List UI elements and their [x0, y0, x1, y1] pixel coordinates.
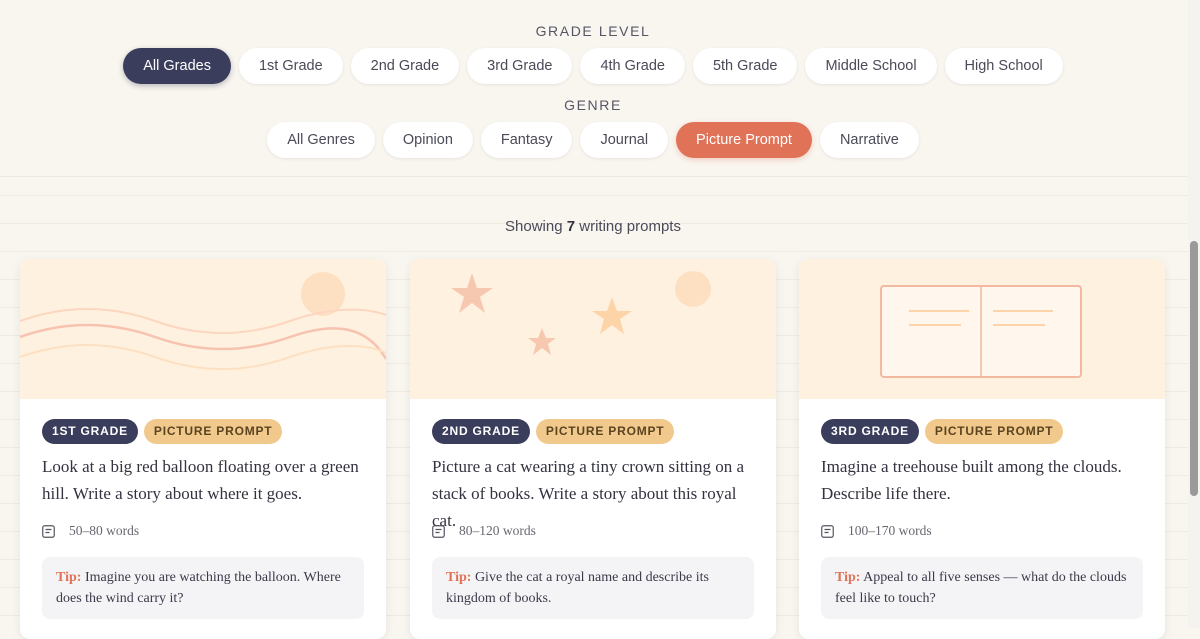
tip-text: Appeal to all five senses — what do the …	[835, 570, 1127, 606]
prompt-text: Look at a big red balloon floating over …	[42, 457, 359, 503]
scrollbar-thumb[interactable]	[1190, 241, 1198, 496]
tip-box: Tip: Appeal to all five senses — what do…	[821, 557, 1143, 619]
grade-chip-row: All Grades 1st Grade 2nd Grade 3rd Grade…	[0, 48, 1186, 84]
card-illustration	[410, 259, 776, 399]
tip-box: Tip: Imagine you are watching the balloo…	[42, 557, 364, 619]
word-count-label: 80–120 words	[459, 523, 536, 538]
grade-badge: 2ND GRADE	[432, 419, 530, 444]
result-count-prefix: Showing	[505, 218, 563, 235]
document-icon	[432, 524, 445, 538]
result-count-number: 7	[566, 218, 576, 235]
grade-chip-4th[interactable]: 4th Grade	[580, 48, 685, 84]
tip-text: Imagine you are watching the balloon. Wh…	[56, 570, 341, 606]
tip-box: Tip: Give the cat a royal name and descr…	[432, 557, 754, 619]
grade-chip-high-school[interactable]: High School	[944, 48, 1063, 84]
waves-sun-icon	[20, 272, 386, 370]
filter-panel: GRADE LEVEL All Grades 1st Grade 2nd Gra…	[0, 0, 1188, 177]
card-illustration	[799, 259, 1165, 399]
genre-chip-journal[interactable]: Journal	[580, 122, 669, 158]
card-badges: 2ND GRADE PICTURE PROMPT	[432, 419, 675, 444]
prompt-card[interactable]: 2ND GRADE PICTURE PROMPT Picture a cat w…	[410, 259, 776, 639]
genre-chip-all[interactable]: All Genres	[267, 122, 375, 158]
genre-badge: PICTURE PROMPT	[924, 419, 1064, 444]
word-count: 50–80 words	[42, 523, 139, 539]
card-badges: 3RD GRADE PICTURE PROMPT	[821, 419, 1064, 444]
tip-text: Give the cat a royal name and describe i…	[446, 570, 709, 606]
genre-chip-opinion[interactable]: Opinion	[382, 122, 473, 158]
word-count: 80–120 words	[432, 523, 536, 539]
prompt-card[interactable]: 3RD GRADE PICTURE PROMPT Imagine a treeh…	[799, 259, 1165, 639]
prompt-text: Picture a cat wearing a tiny crown sitti…	[432, 457, 745, 530]
grade-chip-3rd[interactable]: 3rd Grade	[467, 48, 573, 84]
open-book-icon	[880, 285, 1082, 378]
grade-badge: 1ST GRADE	[42, 419, 138, 444]
prompt-card[interactable]: 1ST GRADE PICTURE PROMPT Look at a big r…	[20, 259, 386, 639]
tip-label: Tip:	[835, 570, 861, 585]
grade-chip-middle-school[interactable]: Middle School	[805, 48, 937, 84]
card-badges: 1ST GRADE PICTURE PROMPT	[42, 419, 283, 444]
genre-heading: GENRE	[564, 97, 622, 113]
word-count-label: 50–80 words	[69, 523, 140, 538]
genre-chip-fantasy[interactable]: Fantasy	[480, 122, 573, 158]
stars-moon-icon	[451, 271, 711, 355]
tip-label: Tip:	[446, 570, 472, 585]
tip-label: Tip:	[56, 570, 82, 585]
grade-chip-1st[interactable]: 1st Grade	[238, 48, 343, 84]
document-icon	[821, 524, 834, 538]
word-count-label: 100–170 words	[848, 523, 932, 538]
prompt-text: Imagine a treehouse built among the clou…	[821, 457, 1122, 503]
genre-chip-narrative[interactable]: Narrative	[819, 122, 919, 158]
word-count: 100–170 words	[821, 523, 932, 539]
grade-chip-2nd[interactable]: 2nd Grade	[350, 48, 460, 84]
grade-chip-all[interactable]: All Grades	[123, 48, 231, 84]
genre-badge: PICTURE PROMPT	[535, 419, 675, 444]
grade-chip-5th[interactable]: 5th Grade	[692, 48, 798, 84]
result-count-suffix: writing prompts	[579, 218, 681, 235]
document-icon	[42, 524, 55, 538]
card-illustration	[20, 259, 386, 399]
genre-badge: PICTURE PROMPT	[143, 419, 283, 444]
grade-level-heading: GRADE LEVEL	[535, 23, 651, 39]
genre-chip-row: All Genres Opinion Fantasy Journal Pictu…	[0, 122, 1186, 158]
genre-chip-picture-prompt[interactable]: Picture Prompt	[676, 122, 812, 158]
result-count: Showing 7 writing prompts	[0, 218, 1186, 235]
scrollbar-track[interactable]	[1188, 0, 1200, 628]
grade-badge: 3RD GRADE	[821, 419, 919, 444]
